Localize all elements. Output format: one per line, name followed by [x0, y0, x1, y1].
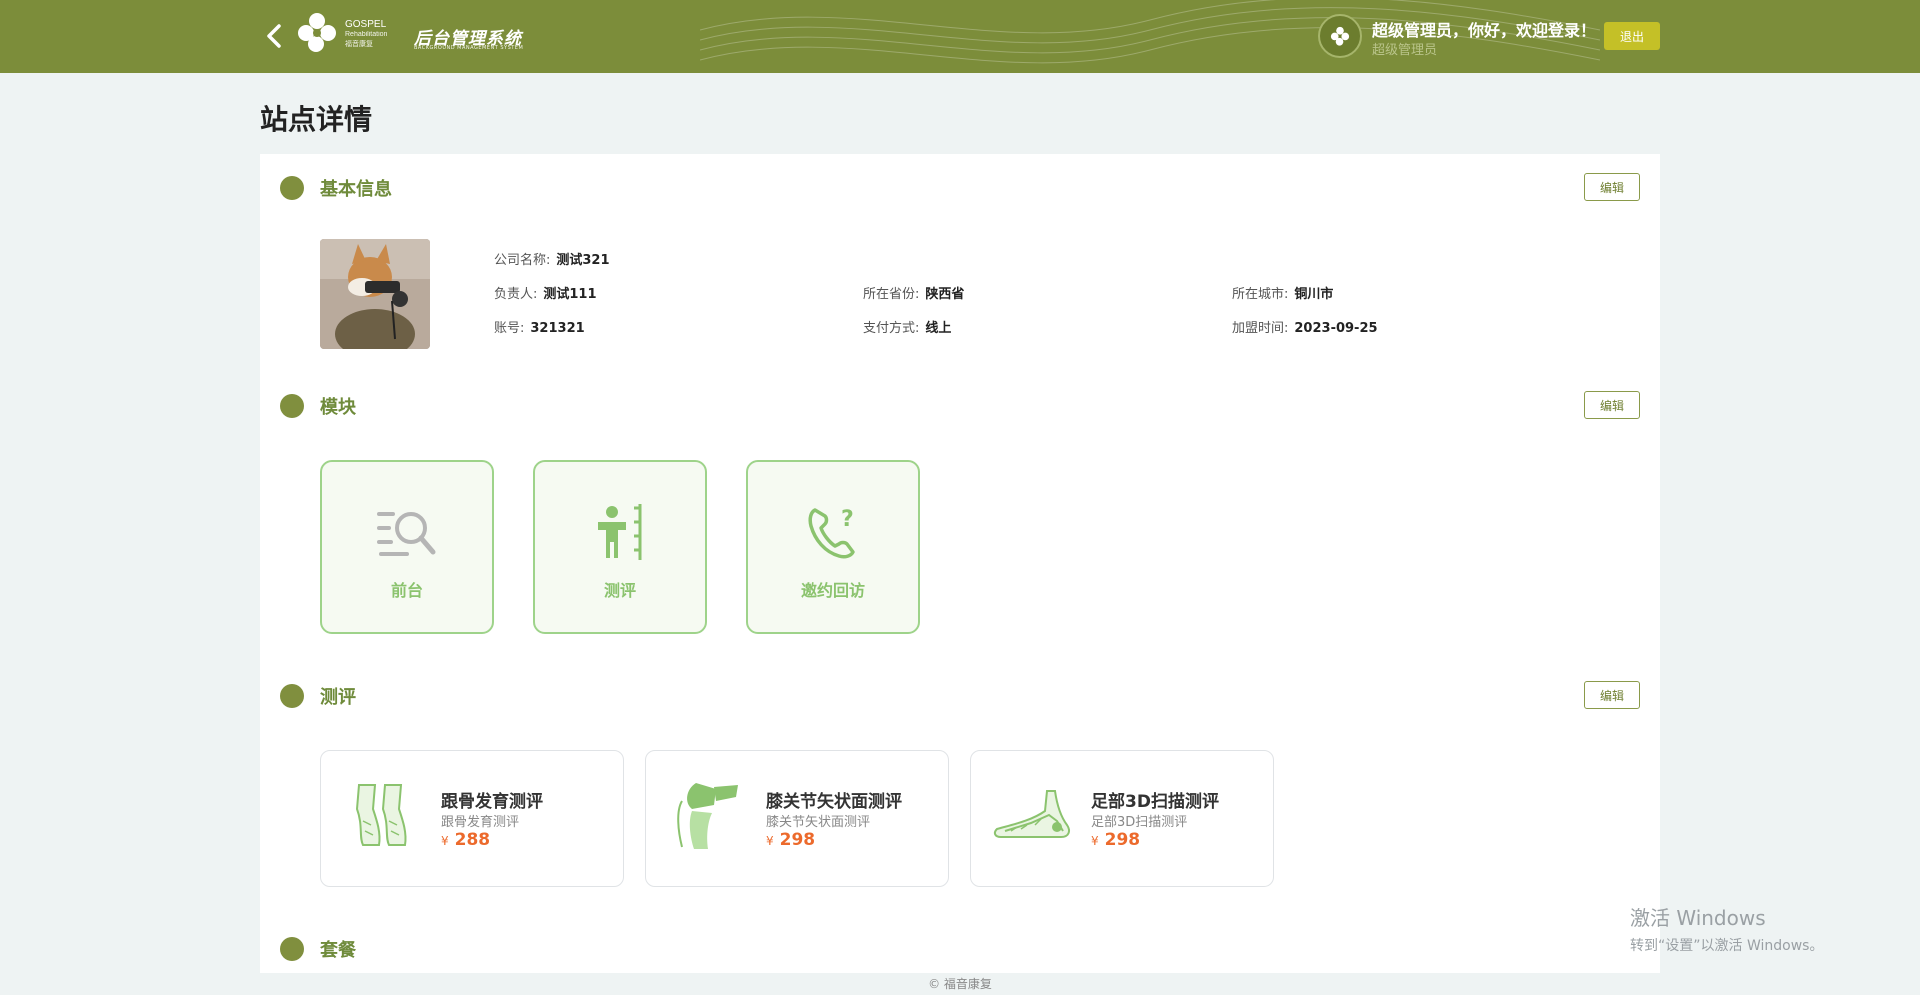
clover-logo-icon [298, 13, 336, 52]
section-dot-icon [280, 684, 304, 708]
site-photo [320, 239, 430, 349]
evaluation-card-foot[interactable]: 足部3D扫描测评 足部3D扫描测评 ¥298 [970, 750, 1274, 887]
section-dot-icon [280, 394, 304, 418]
back-arrow-icon[interactable] [262, 20, 286, 52]
system-subtitle: BACKGROUND MANAGEMENT SYSTEM [414, 45, 524, 51]
city-field: 所在城市: 铜川市 [1232, 283, 1333, 302]
site-detail-card: 基本信息 编辑 公司名称: 测试321 负责人: 测试111 所在省份: 陕西省 所在… [260, 154, 1660, 973]
evaluation-card-knee[interactable]: 膝关节矢状面测评 膝关节矢状面测评 ¥298 [645, 750, 949, 887]
windows-activation-watermark: 激活 Windows 转到“设置”以激活 Windows。 [1630, 902, 1823, 955]
clover-avatar-icon [1330, 26, 1350, 46]
province-label: 所在省份: [863, 287, 920, 302]
section-evaluations: 测评 [280, 681, 356, 711]
phone-question-icon: ? [808, 507, 855, 559]
city-label: 所在城市: [1232, 287, 1289, 302]
evaluation-name: 跟骨发育测评 [441, 792, 543, 812]
join-date-label: 加盟时间: [1232, 321, 1289, 336]
account-value: 321321 [530, 321, 585, 336]
payment-label: 支付方式: [863, 321, 920, 336]
section-modules: 模块 [280, 391, 356, 421]
section-basic-info: 基本信息 [280, 173, 392, 203]
search-list-icon [377, 512, 436, 556]
edit-basic-info-button[interactable]: 编辑 [1584, 173, 1640, 201]
page-title: 站点详情 [260, 103, 373, 136]
payment-field: 支付方式: 线上 [863, 317, 951, 336]
footer-copyright: © 福音康复 [928, 977, 992, 991]
section-title: 模块 [320, 397, 356, 418]
join-date-value: 2023-09-25 [1294, 321, 1378, 336]
logo-cn: 福音康复 [345, 41, 373, 48]
province-value: 陕西省 [925, 287, 965, 302]
section-title: 基本信息 [320, 179, 392, 200]
edit-modules-button[interactable]: 编辑 [1584, 391, 1640, 419]
welcome-text: 超级管理员，你好，欢迎登录！ [1372, 21, 1597, 40]
svg-text:?: ? [841, 507, 854, 532]
province-field: 所在省份: 陕西省 [863, 283, 964, 302]
edit-evaluations-button[interactable]: 编辑 [1584, 681, 1640, 709]
evaluation-card-heel[interactable]: 跟骨发育测评 跟骨发育测评 ¥288 [320, 750, 624, 887]
section-dot-icon [280, 937, 304, 961]
currency-symbol: ¥ [1091, 834, 1099, 848]
dog-photo-image [320, 239, 430, 349]
owner-value: 测试111 [543, 287, 597, 302]
evaluation-desc: 足部3D扫描测评 [1091, 815, 1188, 830]
owner-field: 负责人: 测试111 [494, 283, 597, 302]
evaluation-name: 膝关节矢状面测评 [766, 792, 902, 812]
currency-symbol: ¥ [766, 834, 774, 848]
price-value: 298 [779, 830, 816, 850]
logo-brand: GOSPEL [345, 19, 387, 30]
join-date-field: 加盟时间: 2023-09-25 [1232, 317, 1378, 336]
evaluation-price: ¥298 [766, 830, 815, 850]
account-label: 账号: [494, 321, 525, 336]
top-header: GOSPEL Rehabilitation 福音康复 后台管理系统 BACKGR… [0, 0, 1920, 73]
module-label: 前台 [390, 581, 423, 600]
company-name-label: 公司名称: [494, 253, 551, 268]
account-field: 账号: 321321 [494, 317, 585, 336]
module-card-evaluation[interactable]: 测评 [533, 460, 707, 634]
price-value: 298 [1104, 830, 1141, 850]
module-label: 测评 [603, 581, 636, 600]
module-card-callback[interactable]: ? 邀约回访 [746, 460, 920, 634]
evaluation-desc: 膝关节矢状面测评 [766, 815, 871, 830]
section-title: 套餐 [320, 940, 356, 961]
logout-button[interactable]: 退出 [1604, 22, 1660, 50]
price-value: 288 [454, 830, 491, 850]
foot-scan-icon [993, 790, 1070, 838]
module-label: 邀约回访 [800, 581, 865, 600]
knee-joint-icon [677, 783, 738, 849]
payment-value: 线上 [925, 321, 952, 336]
city-value: 铜川市 [1294, 287, 1334, 302]
section-title: 测评 [320, 687, 356, 708]
section-packages: 套餐 [280, 934, 356, 964]
logo-sub: Rehabilitation [345, 31, 388, 38]
company-name-value: 测试321 [556, 253, 610, 268]
watermark-line2: 转到“设置”以激活 Windows。 [1630, 938, 1824, 954]
evaluation-desc: 跟骨发育测评 [441, 815, 520, 830]
evaluation-price: ¥298 [1091, 830, 1140, 850]
heel-bone-icon [355, 784, 407, 846]
owner-label: 负责人: [494, 287, 538, 302]
user-role: 超级管理员 [1372, 43, 1438, 58]
evaluation-price: ¥288 [441, 830, 490, 850]
module-card-frontdesk[interactable]: 前台 [320, 460, 494, 634]
company-name-field: 公司名称: 测试321 [494, 249, 610, 268]
logo-wordmark: GOSPEL Rehabilitation 福音康复 [345, 20, 387, 50]
user-avatar[interactable] [1318, 14, 1362, 58]
section-dot-icon [280, 176, 304, 200]
person-ruler-icon [598, 504, 642, 560]
evaluation-name: 足部3D扫描测评 [1091, 792, 1219, 812]
currency-symbol: ¥ [441, 834, 449, 848]
watermark-line1: 激活 Windows [1630, 906, 1766, 930]
